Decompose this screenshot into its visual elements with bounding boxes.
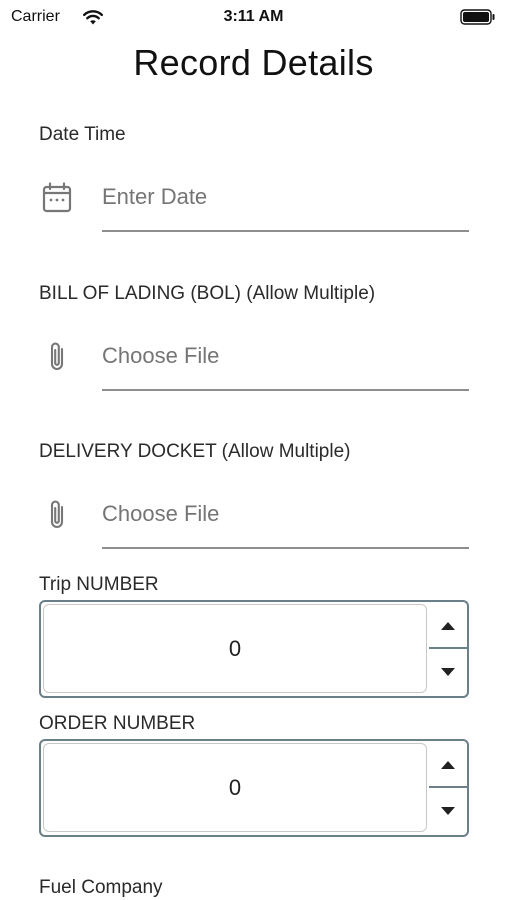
paperclip-icon xyxy=(50,342,64,370)
page-title: Record Details xyxy=(133,42,374,83)
date-time-field[interactable] xyxy=(39,172,469,232)
paperclip-icon xyxy=(50,500,64,528)
stepper-divider xyxy=(429,647,467,649)
order-number-increment-button[interactable] xyxy=(429,743,467,787)
order-number-decrement-button[interactable] xyxy=(429,789,467,833)
trip-number-decrement-button[interactable] xyxy=(429,650,467,694)
delivery-docket-file-field[interactable] xyxy=(39,489,469,549)
record-details-screen: Carrier 3:11 AM Record Details Date Time xyxy=(0,0,507,900)
arrow-down-icon xyxy=(441,668,455,676)
bol-file-field[interactable] xyxy=(39,331,469,391)
status-bar: Carrier 3:11 AM xyxy=(0,0,507,34)
trip-number-input[interactable]: 0 xyxy=(43,604,427,693)
date-input[interactable] xyxy=(102,172,469,222)
order-number-label: ORDER NUMBER xyxy=(39,713,196,734)
fuel-company-label: Fuel Company xyxy=(39,877,163,898)
order-number-stepper[interactable]: 0 xyxy=(39,739,469,837)
arrow-up-icon xyxy=(441,622,455,630)
calendar-icon xyxy=(42,182,72,213)
date-underline xyxy=(102,230,469,232)
delivery-docket-choose-file[interactable] xyxy=(102,489,469,539)
arrow-up-icon xyxy=(441,761,455,769)
trip-number-stepper[interactable]: 0 xyxy=(39,600,469,698)
bol-choose-file[interactable] xyxy=(102,331,469,381)
bol-label: BILL OF LADING (BOL) (Allow Multiple) xyxy=(39,283,376,304)
delivery-docket-label: DELIVERY DOCKET (Allow Multiple) xyxy=(39,441,351,462)
trip-number-increment-button[interactable] xyxy=(429,604,467,648)
order-number-input[interactable]: 0 xyxy=(43,743,427,832)
date-time-label: Date Time xyxy=(39,124,126,145)
stepper-divider xyxy=(429,786,467,788)
delivery-docket-underline xyxy=(102,547,469,549)
bol-underline xyxy=(102,389,469,391)
trip-number-label: Trip NUMBER xyxy=(39,574,159,595)
status-time: 3:11 AM xyxy=(223,8,284,25)
battery-icon xyxy=(460,9,495,25)
arrow-down-icon xyxy=(441,807,455,815)
